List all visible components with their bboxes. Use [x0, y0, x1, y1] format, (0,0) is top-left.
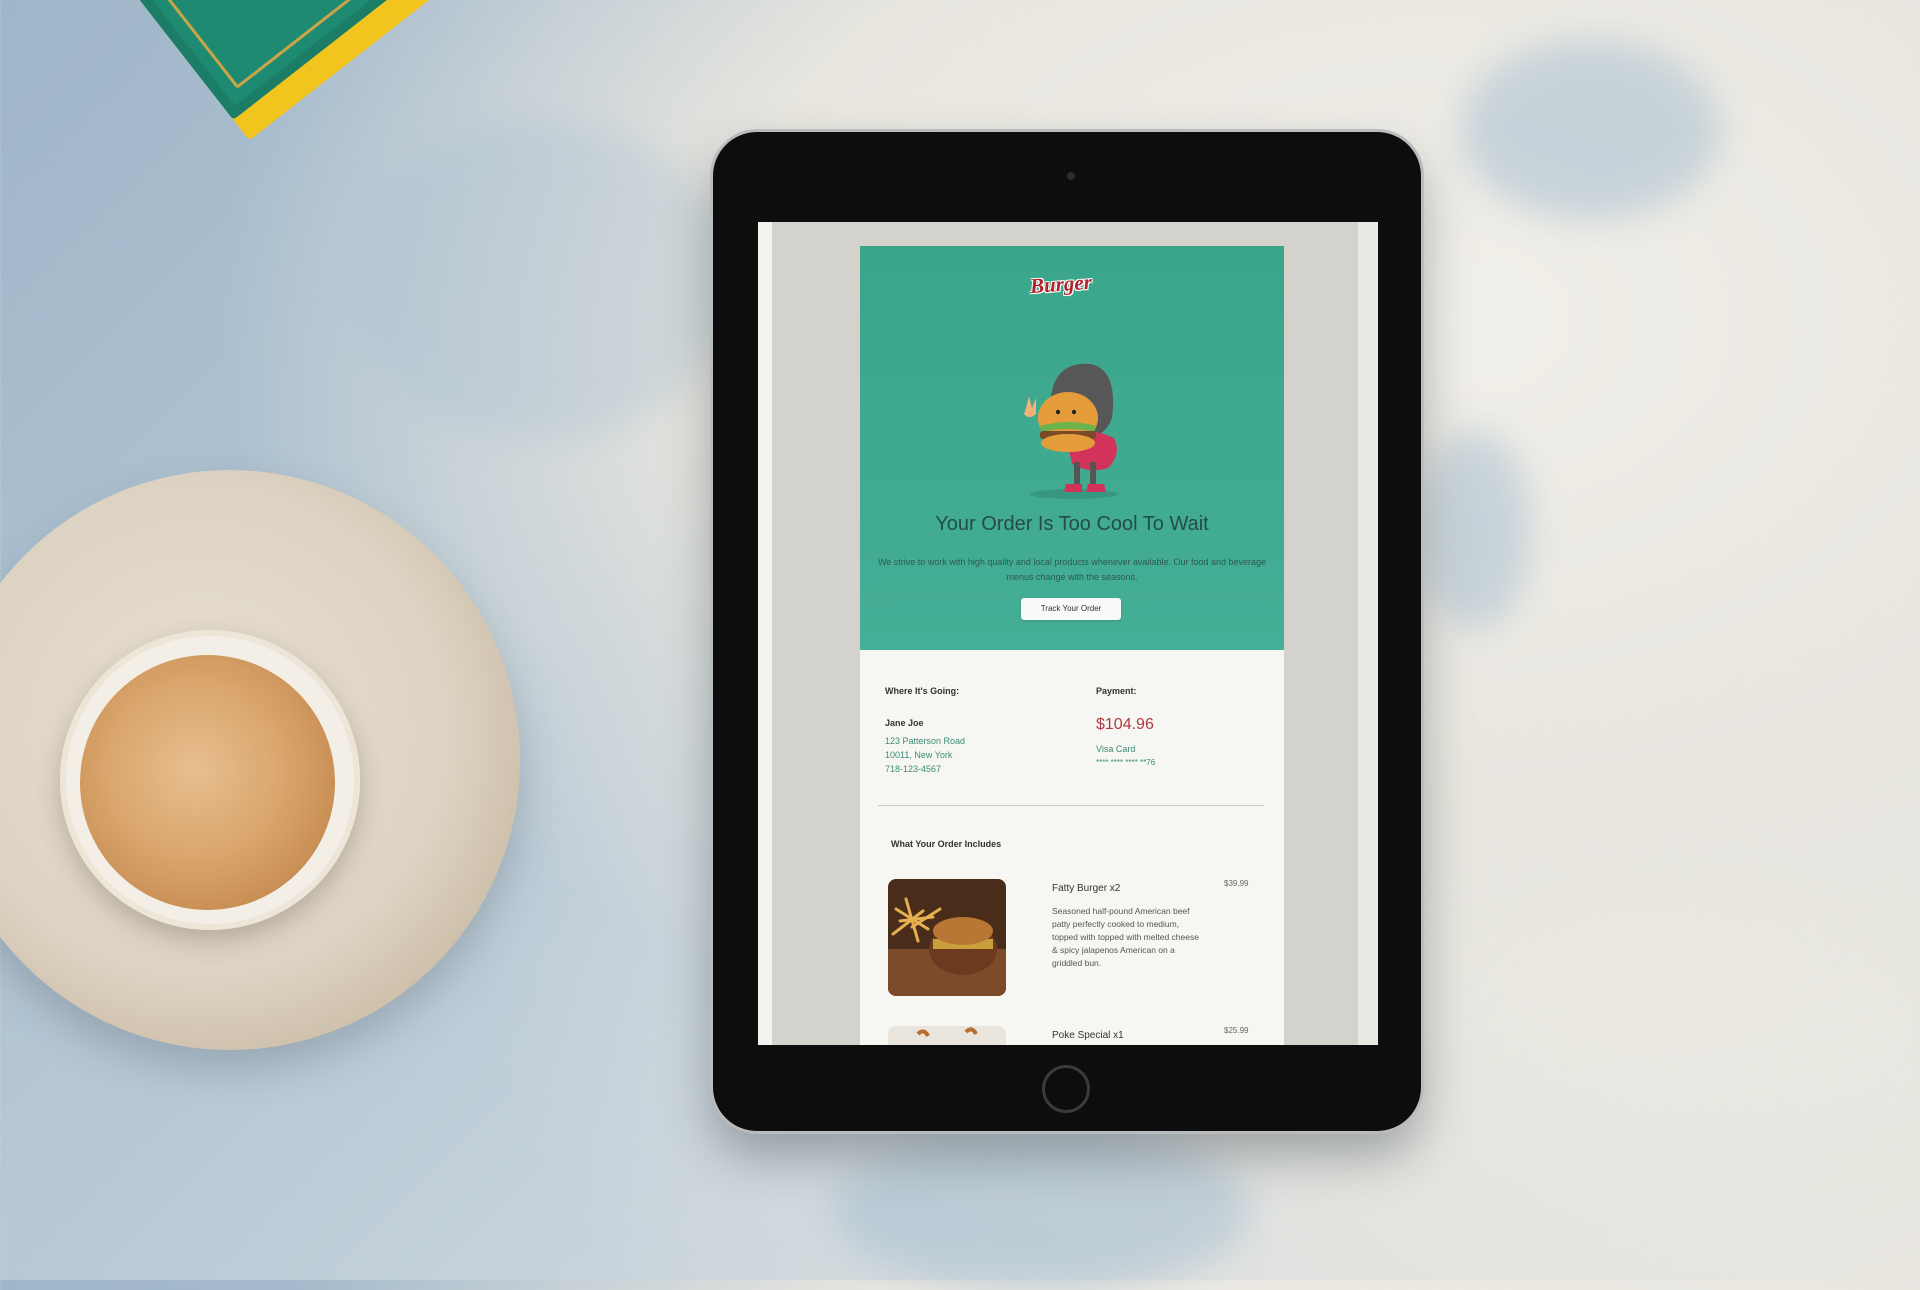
shipping-heading: Where It's Going: — [885, 686, 960, 696]
home-button[interactable] — [1042, 1065, 1090, 1113]
burger-mascot-icon — [1024, 363, 1118, 499]
email-container: Burger Your Order Is Too Cool To Wait We… — [860, 246, 1284, 1045]
background-stain — [1460, 40, 1720, 220]
tablet-device: Burger Your Order Is Too Cool To Wait We… — [713, 132, 1421, 1131]
payment-method: Visa Card — [1096, 744, 1136, 754]
item-description: Seasoned half-pound American beef patty … — [1052, 906, 1199, 968]
background-stain — [1420, 430, 1530, 630]
item-price: $39.99 — [1224, 879, 1249, 888]
item-name: Poke Special x1 — [1052, 1030, 1124, 1041]
hero-section: Burger Your Order Is Too Cool To Wait We… — [860, 246, 1284, 650]
item-image — [888, 1026, 1006, 1045]
card-number: **** **** **** **76 — [1096, 758, 1156, 767]
shipping-info: Where It's Going: Jane Joe 123 Patterson… — [885, 686, 965, 776]
hero-description: We strive to work with high quality and … — [877, 557, 1267, 582]
coffee-illustration — [80, 655, 335, 910]
payment-amount: $104.96 — [1096, 716, 1154, 733]
address-line1: 123 Patterson Road — [885, 736, 966, 746]
item-image — [888, 879, 1006, 996]
item-price: $25.99 — [1224, 1026, 1249, 1035]
background-stain — [830, 1130, 1250, 1290]
phone-number[interactable]: 718-123-4567 — [885, 762, 965, 776]
section-divider — [878, 805, 1264, 806]
tablet-screen: Burger Your Order Is Too Cool To Wait We… — [758, 222, 1378, 1045]
camera-icon — [1067, 172, 1075, 180]
track-order-button[interactable]: Track Your Order — [1021, 598, 1121, 620]
book-illustration — [0, 0, 723, 141]
recipient-name: Jane Joe — [885, 718, 924, 728]
order-info-section: Where It's Going: Jane Joe 123 Patterson… — [860, 650, 1284, 806]
brand-logo[interactable]: Burger — [1029, 270, 1092, 299]
order-includes-heading: What Your Order Includes — [891, 839, 1002, 849]
payment-heading: Payment: — [1096, 686, 1137, 696]
shipping-address: 123 Patterson Road 10011, New York 718-1… — [885, 734, 965, 776]
item-name: Fatty Burger x2 — [1052, 883, 1121, 894]
page-title: Your Order Is Too Cool To Wait — [935, 513, 1209, 535]
background-stain — [350, 120, 730, 440]
address-line2: 10011, New York — [885, 750, 953, 760]
payment-info: Payment: $104.96 Visa Card **** **** ***… — [1096, 686, 1155, 767]
